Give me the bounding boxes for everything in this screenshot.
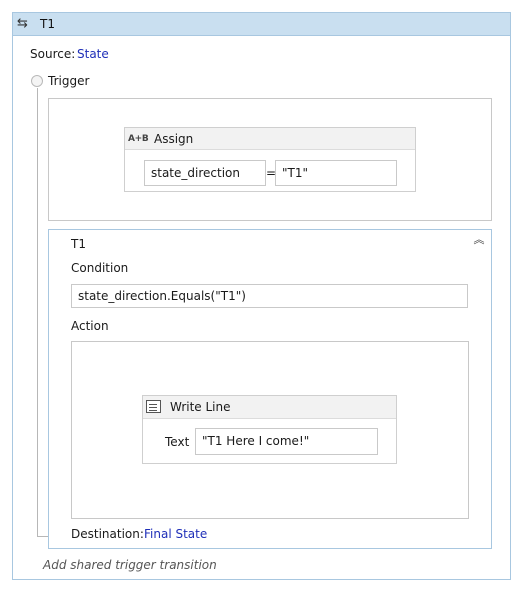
- action-label: Action: [71, 319, 109, 333]
- connector-line-vertical: [37, 88, 38, 537]
- assign-icon: A+B: [128, 134, 149, 144]
- text-input[interactable]: "T1 Here I come!": [195, 428, 378, 455]
- transition-card-header[interactable]: [13, 13, 510, 36]
- source-label: Source:: [30, 47, 76, 61]
- assign-to-field[interactable]: state_direction: [144, 160, 266, 186]
- text-label: Text: [165, 435, 190, 449]
- transition-title[interactable]: T1: [40, 14, 55, 34]
- double-chevron-up-icon[interactable]: ︽: [472, 233, 486, 247]
- trigger-label: Trigger: [48, 74, 90, 88]
- transition-arrows-icon: ⇆: [17, 16, 28, 31]
- source-state-link[interactable]: State: [77, 46, 109, 62]
- assign-value-field[interactable]: "T1": [275, 160, 397, 186]
- destination-label: Destination:: [71, 527, 144, 541]
- write-line-title: Write Line: [170, 400, 231, 414]
- trigger-connector-dot[interactable]: [31, 75, 43, 87]
- assign-title: Assign: [154, 132, 194, 146]
- add-shared-trigger-link[interactable]: Add shared trigger transition: [43, 557, 217, 573]
- condition-label: Condition: [71, 261, 129, 275]
- condition-input[interactable]: state_direction.Equals("T1"): [71, 284, 468, 308]
- transition-name[interactable]: T1: [71, 236, 86, 252]
- destination-state-link[interactable]: Final State: [144, 526, 207, 542]
- write-line-icon: [146, 400, 161, 413]
- assign-operator: =: [266, 166, 277, 180]
